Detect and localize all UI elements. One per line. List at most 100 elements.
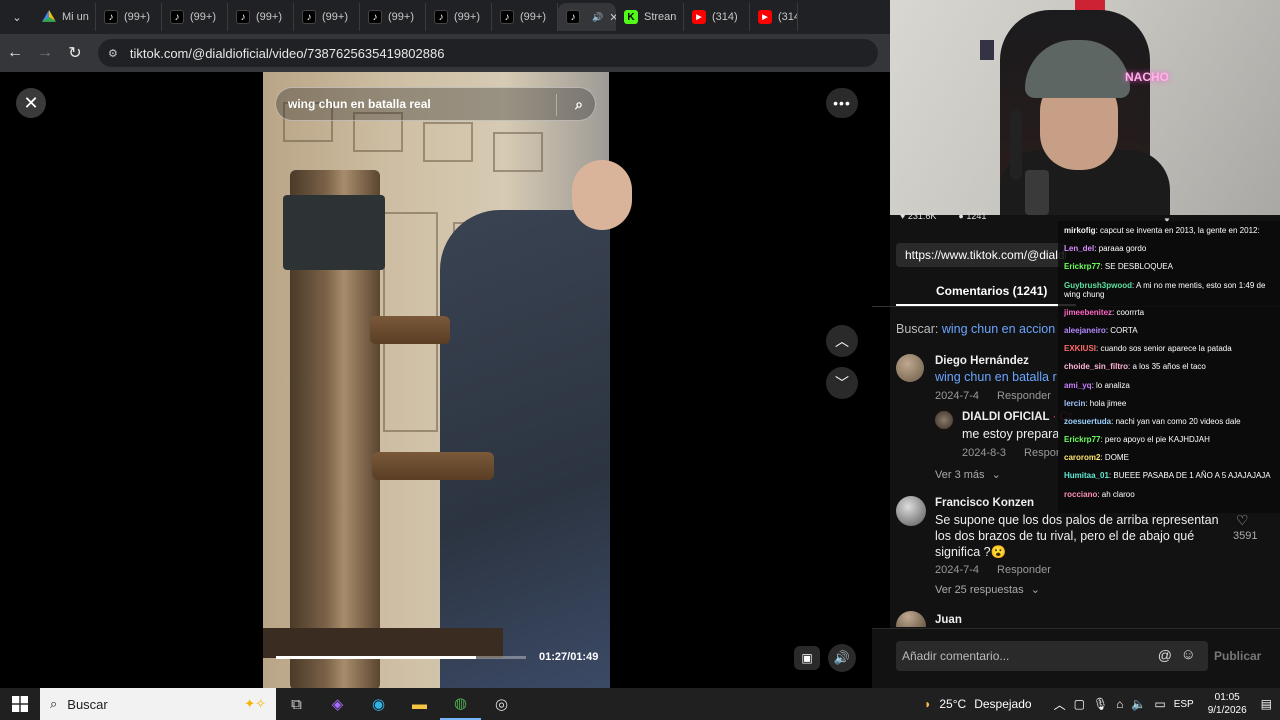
video-search-box[interactable]: wing chun en batalla real ⌕ <box>275 87 596 121</box>
more-options-icon[interactable]: ••• <box>826 88 858 118</box>
chevron-down-icon[interactable]: ﹀ <box>826 367 858 399</box>
browser-tab[interactable]: ♪ (99+) <box>228 3 294 31</box>
browser-tab[interactable]: ♪ (99+) <box>360 3 426 31</box>
comment-author[interactable]: Francisco Konzen <box>935 497 1034 509</box>
browser-tab[interactable]: ♪ (99+) <box>96 3 162 31</box>
browser-tab[interactable]: Mi un <box>34 3 96 31</box>
task-view-icon[interactable]: ⧉ <box>276 688 317 720</box>
tiktok-icon: ♪ <box>566 10 580 24</box>
tab-comments[interactable]: Comentarios (1241) <box>936 284 1047 298</box>
site-info-icon[interactable]: ⚙ <box>108 47 118 60</box>
chevron-up-icon[interactable]: ︿ <box>826 325 858 357</box>
chat-message: choide_sin_filtro: a los 35 años el taco <box>1064 362 1274 371</box>
chat-text: coorrrta <box>1116 307 1145 317</box>
browser-tab-label: (99+) <box>124 11 150 23</box>
browser-tab-label: Strean <box>644 11 677 23</box>
browser-tab[interactable]: ♪ (99+) <box>294 3 360 31</box>
clock[interactable]: 01:05 9/1/2026 <box>1208 691 1247 717</box>
windows-start-icon[interactable] <box>0 688 40 720</box>
address-bar[interactable]: ⚙ tiktok.com/@dialdioficial/video/738762… <box>98 39 878 67</box>
publish-button[interactable]: Publicar <box>1214 649 1261 663</box>
mention-icon[interactable]: @ <box>1158 647 1172 663</box>
avatar[interactable] <box>896 354 924 382</box>
view-more-replies[interactable]: Ver 25 respuestas ⌄ <box>935 583 1040 596</box>
reply-button[interactable]: Respor <box>1024 447 1059 459</box>
chat-message: Len_del: paraaa gordo <box>1064 244 1274 253</box>
avatar[interactable] <box>896 496 926 526</box>
share-url-field[interactable]: https://www.tiktok.com/@dialdi <box>896 243 1066 267</box>
reply-date: 2024-8-3 <box>962 447 1007 459</box>
browser-tab-label: (99+) <box>388 11 414 23</box>
reply-author[interactable]: DIALDI OFICIAL <box>962 411 1049 423</box>
file-explorer-icon[interactable]: ▬ <box>399 688 440 720</box>
reply-button[interactable]: Responder <box>997 564 1051 576</box>
camera-icon[interactable]: ▢ <box>1074 697 1085 711</box>
comment-search-suggestion[interactable]: Buscar: wing chun en accion <box>896 322 1055 336</box>
comment-input-placeholder: Añadir comentario... <box>902 649 1010 663</box>
network-icon[interactable]: ⌂ <box>1116 697 1123 711</box>
tab-close-icon[interactable]: ✕ <box>609 11 616 24</box>
microphone-icon[interactable]: 🎙 <box>1093 697 1108 711</box>
volume-icon[interactable]: 🔊 <box>828 644 856 672</box>
heart-icon[interactable]: ♥ <box>900 211 905 221</box>
chat-text: ah claroo <box>1101 489 1135 499</box>
comment-text[interactable]: wing chun en batalla r <box>935 369 1057 385</box>
video-progress-bar[interactable] <box>276 656 526 659</box>
browser-tab[interactable]: ▶ (314) <box>750 3 798 31</box>
browser-tab-label: (99+) <box>454 11 480 23</box>
weather-text[interactable]: Despejado <box>974 697 1031 711</box>
back-arrow-icon[interactable]: ← <box>0 38 30 68</box>
video-stats: ♥ 231.6K ● 1241 <box>900 211 986 221</box>
comment-author[interactable]: Juan <box>935 614 962 626</box>
chat-text: paraaa gordo <box>1098 244 1147 254</box>
view-more-replies[interactable]: Ver 3 más ⌄ <box>935 468 1001 481</box>
emoji-icon[interactable]: ☺ <box>1181 646 1196 663</box>
chrome-icon[interactable]: ◍ <box>440 688 481 720</box>
comment-meta: 2024-7-4 Responder <box>935 390 1051 402</box>
obs-icon[interactable]: ◎ <box>481 688 522 720</box>
stream-chat-overlay: mirkofig: capcut se inventa en 2013, la … <box>1058 221 1280 513</box>
search-divider <box>556 94 557 116</box>
browser-tab[interactable]: ♪ 🔊 ✕ <box>558 3 616 31</box>
taskbar-search[interactable]: ⌕ Buscar ✦✧ <box>40 688 276 720</box>
browser-tab[interactable]: ♪ (99+) <box>426 3 492 31</box>
video-timecode: 01:27/01:49 <box>539 651 599 663</box>
comment-author[interactable]: Diego Hernández <box>935 355 1029 367</box>
chevron-up-icon[interactable]: ︿ <box>1054 696 1066 713</box>
chat-username: Erickrp77 <box>1064 435 1101 445</box>
browser-tab[interactable]: ♪ (99+) <box>492 3 558 31</box>
search-suggestion-link[interactable]: wing chun en accion <box>942 322 1055 336</box>
picture-in-picture-icon[interactable]: ▣ <box>794 646 820 670</box>
reply-button[interactable]: Responder <box>997 390 1051 402</box>
weather-icon[interactable]: ◗ <box>924 697 931 711</box>
dummy-arm <box>370 316 450 344</box>
tab-search-menu-icon[interactable]: ⌄ <box>0 0 34 34</box>
browser-tab[interactable]: ♪ (99+) <box>162 3 228 31</box>
tiktok-icon: ♪ <box>302 10 316 24</box>
heart-icon[interactable]: ♡ <box>1236 512 1249 529</box>
tab-audio-icon[interactable]: 🔊 <box>592 12 603 23</box>
notifications-icon[interactable]: ▤ <box>1261 697 1272 711</box>
weather-temp[interactable]: 25°C <box>939 697 966 711</box>
forward-arrow-icon[interactable]: → <box>30 38 60 68</box>
chat-message: rocciano: ah claroo <box>1064 490 1274 499</box>
battery-icon[interactable]: ▭ <box>1154 697 1165 711</box>
avatar[interactable] <box>935 411 953 429</box>
chat-message: Guybrush3pwood: A mi no me mentis, esto … <box>1064 281 1274 299</box>
comment-icon[interactable]: ● <box>958 211 963 221</box>
chat-text: BUEEE PASABA DE 1 AÑO A 5 AJAJAJAJA <box>1113 471 1271 481</box>
person-head <box>572 160 632 230</box>
browser-tab[interactable]: K Strean <box>616 3 684 31</box>
speaker-icon[interactable]: 🔈 <box>1131 697 1146 711</box>
edge-icon[interactable]: ◉ <box>358 688 399 720</box>
comment-input[interactable]: Añadir comentario... @ ☺ <box>896 641 1208 671</box>
search-icon[interactable]: ⌕ <box>575 96 583 113</box>
tiktok-icon: ♪ <box>368 10 382 24</box>
browser-tab[interactable]: ▶ (314) <box>684 3 750 31</box>
copilot-icon[interactable]: ◈ <box>317 688 358 720</box>
chat-text: DOME <box>1104 453 1129 463</box>
chat-message: jimeebenitez: coorrrta <box>1064 308 1274 317</box>
reload-icon[interactable]: ↻ <box>60 38 90 68</box>
language-indicator[interactable]: ESP <box>1174 699 1194 710</box>
close-icon[interactable]: ✕ <box>16 88 46 118</box>
